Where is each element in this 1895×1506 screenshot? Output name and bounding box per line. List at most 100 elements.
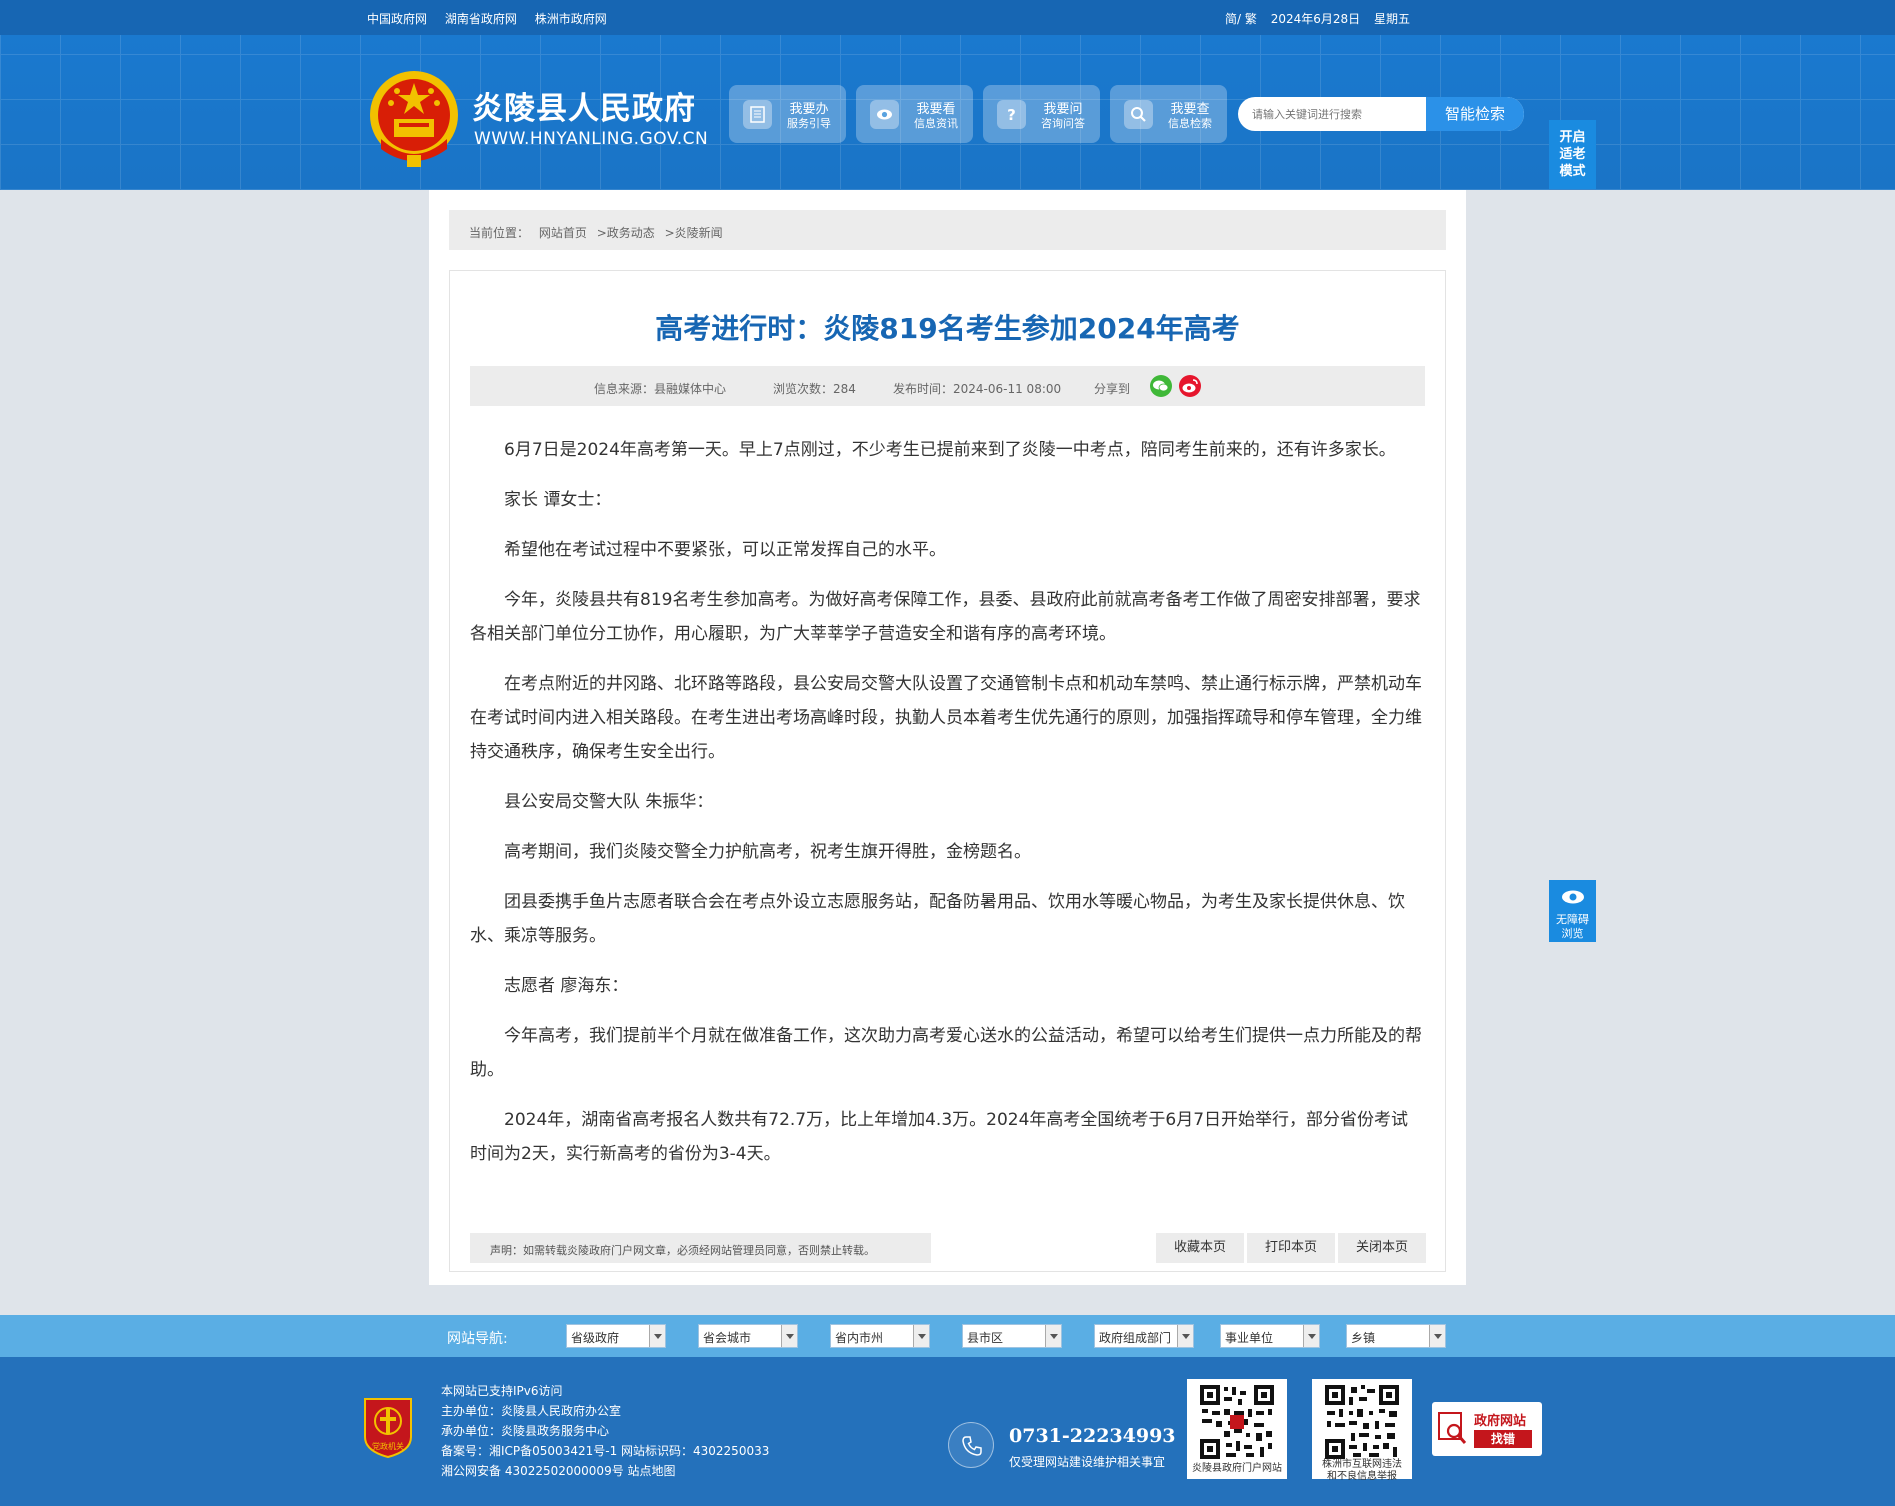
chevron-down-icon bbox=[781, 1325, 797, 1347]
eye-icon bbox=[1562, 890, 1584, 904]
elder-mode-button[interactable]: 开启 适老 模式 bbox=[1549, 120, 1596, 189]
select-public-institutions[interactable]: 事业单位 bbox=[1220, 1324, 1320, 1348]
select-provincial-gov[interactable]: 省级政府 bbox=[566, 1324, 666, 1348]
content-container: 当前位置： 网站首页 >政务动态 >炎陵新闻 高考进行时：炎陵819名考生参加2… bbox=[429, 190, 1466, 1285]
select-capital-cities[interactable]: 省会城市 bbox=[698, 1324, 798, 1348]
select-gov-departments[interactable]: 政府组成部门 bbox=[1094, 1324, 1194, 1348]
chevron-down-icon bbox=[1177, 1325, 1193, 1347]
qr-caption: 和不良信息举报 bbox=[1327, 1471, 1397, 1482]
elder-mode-text: 适老 bbox=[1559, 147, 1586, 162]
link-gov-cn[interactable]: 中国政府网 bbox=[367, 12, 427, 26]
breadcrumb-news[interactable]: >政务动态 bbox=[597, 226, 655, 240]
qr-code-icon bbox=[1198, 1383, 1276, 1461]
bookmark-button[interactable]: 收藏本页 bbox=[1156, 1233, 1244, 1263]
party-government-badge-icon[interactable]: 党政机关 bbox=[361, 1395, 415, 1459]
reprint-declaration: 声明：如需转载炎陵政府门户网文章，必须经网站管理员同意，否则禁止转载。 bbox=[470, 1233, 931, 1263]
qr-code-report: 株洲市互联网违法 和不良信息举报 bbox=[1312, 1379, 1412, 1482]
phone-icon bbox=[948, 1422, 994, 1468]
link-zhuzhou-gov[interactable]: 株洲市政府网 bbox=[535, 12, 607, 26]
service-sublabel: 信息资讯 bbox=[914, 117, 958, 130]
article-paragraph: 今年高考，我们提前半个月就在做准备工作，这次助力高考爱心送水的公益活动，希望可以… bbox=[470, 1026, 1422, 1080]
accessibility-button[interactable]: 无障碍 浏览 bbox=[1549, 880, 1596, 942]
footer-police-record[interactable]: 湘公网安备 43022502000009号 站点地图 bbox=[441, 1461, 769, 1481]
article-body: 6月7日是2024年高考第一天。早上7点刚过，不少考生已提前来到了炎陵一中考点，… bbox=[470, 433, 1425, 1187]
service-view-button[interactable]: 我要看 信息资讯 bbox=[856, 85, 973, 143]
article-paragraph: 家长 谭女士： bbox=[504, 490, 612, 510]
site-error-report-button[interactable]: 政府网站 找错 bbox=[1432, 1402, 1542, 1456]
meta-source: 信息来源：县融媒体中心 bbox=[594, 382, 727, 396]
article-paragraph: 希望他在考试过程中不要紧张，可以正常发挥自己的水平。 bbox=[504, 540, 946, 560]
meta-share-label: 分享到 bbox=[1094, 382, 1131, 396]
service-search-button[interactable]: 我要查 信息检索 bbox=[1110, 85, 1227, 143]
article: 高考进行时：炎陵819名考生参加2024年高考 信息来源：县融媒体中心 浏览次数… bbox=[449, 270, 1446, 1272]
article-paragraph: 2024年，湖南省高考报名人数共有72.7万，比上年增加4.3万。2024年高考… bbox=[470, 1110, 1409, 1164]
site-navigation-bar: 网站导航: 省级政府 省会城市 省内市州 县市区 政府组成部门 事业单位 乡镇 bbox=[0, 1315, 1895, 1357]
meta-time: 发布时间：2024-06-11 08:00 bbox=[893, 382, 1062, 396]
site-domain: WWW.HNYANLING.GOV.CN bbox=[474, 129, 709, 149]
breadcrumb-prefix: 当前位置： bbox=[469, 226, 530, 240]
magnifier-icon bbox=[1438, 1412, 1467, 1444]
article-actions: 收藏本页 打印本页 关闭本页 bbox=[1153, 1233, 1426, 1263]
national-emblem-icon bbox=[370, 71, 458, 167]
elder-mode-text: 开启 bbox=[1559, 130, 1586, 145]
svg-text:?: ? bbox=[1007, 106, 1016, 123]
footer-organizer: 承办单位：炎陵县政务服务中心 bbox=[441, 1424, 610, 1438]
chevron-down-icon bbox=[1429, 1325, 1445, 1347]
select-value: 省会城市 bbox=[703, 1331, 752, 1345]
contact-phone: 0731-22234993 bbox=[1009, 1425, 1176, 1447]
document-icon bbox=[743, 100, 772, 129]
footer-ipv6: 本网站已支持IPv6访问 bbox=[441, 1384, 563, 1398]
article-paragraph: 团县委携手鱼片志愿者联合会在考点外设立志愿服务站，配备防暑用品、饮用水等暖心物品… bbox=[470, 892, 1405, 946]
chevron-down-icon bbox=[649, 1325, 665, 1347]
select-value: 省内市州 bbox=[835, 1331, 884, 1345]
error-report-label: 找错 bbox=[1474, 1430, 1532, 1448]
site-header: 炎陵县人民政府 WWW.HNYANLING.GOV.CN 我要办 服务引导 我要… bbox=[0, 35, 1895, 190]
elder-mode-text: 模式 bbox=[1559, 164, 1586, 179]
breadcrumb: 当前位置： 网站首页 >政务动态 >炎陵新闻 bbox=[449, 210, 1446, 250]
breadcrumb-yanling-news[interactable]: >炎陵新闻 bbox=[665, 226, 723, 240]
qr-code-icon bbox=[1323, 1383, 1401, 1461]
smart-search-button[interactable]: 智能检索 bbox=[1426, 97, 1524, 131]
search-input[interactable] bbox=[1252, 105, 1412, 123]
service-apply-button[interactable]: 我要办 服务引导 bbox=[729, 85, 846, 143]
article-title: 高考进行时：炎陵819名考生参加2024年高考 bbox=[655, 312, 1240, 345]
select-value: 乡镇 bbox=[1351, 1331, 1376, 1345]
article-paragraph: 县公安局交警大队 朱振华： bbox=[504, 792, 714, 812]
select-value: 县市区 bbox=[967, 1331, 1004, 1345]
top-bar: 中国政府网 湖南省政府网 株洲市政府网 简/ 繁 2024年6月28日 星期五 bbox=[0, 0, 1895, 35]
article-paragraph: 在考点附近的井冈路、北环路等路段，县公安局交警大队设置了交通管制卡点和机动车禁鸣… bbox=[470, 674, 1422, 762]
service-sublabel: 咨询问答 bbox=[1041, 117, 1085, 130]
chevron-down-icon bbox=[1045, 1325, 1061, 1347]
select-prefectures[interactable]: 省内市州 bbox=[830, 1324, 930, 1348]
article-meta: 信息来源：县融媒体中心 浏览次数：284 发布时间：2024-06-11 08:… bbox=[470, 366, 1425, 406]
qr-caption: 株洲市互联网违法 bbox=[1322, 1459, 1402, 1470]
link-hunan-gov[interactable]: 湖南省政府网 bbox=[445, 12, 517, 26]
footer-info: 本网站已支持IPv6访问 主办单位：炎陵县人民政府办公室 承办单位：炎陵县政务服… bbox=[441, 1381, 769, 1481]
footer-icp[interactable]: 备案号：湘ICP备05003421号-1 网站标识码：4302250033 bbox=[441, 1441, 769, 1461]
error-report-title: 政府网站 bbox=[1474, 1414, 1527, 1429]
select-value: 政府组成部门 bbox=[1099, 1331, 1172, 1345]
close-page-button[interactable]: 关闭本页 bbox=[1338, 1233, 1426, 1263]
meta-views: 浏览次数：284 bbox=[773, 382, 856, 396]
breadcrumb-home[interactable]: 网站首页 bbox=[539, 226, 587, 240]
accessibility-text: 浏览 bbox=[1561, 927, 1584, 940]
site-title: 炎陵县人民政府 bbox=[472, 91, 696, 127]
print-button[interactable]: 打印本页 bbox=[1247, 1233, 1335, 1263]
party-badge-text: 党政机关 bbox=[372, 1441, 404, 1451]
service-sublabel: 服务引导 bbox=[787, 117, 831, 130]
qr-caption: 炎陵县政府门户网站 bbox=[1192, 1463, 1282, 1474]
article-paragraph: 今年，炎陵县共有819名考生参加高考。为做好高考保障工作，县委、县政府此前就高考… bbox=[470, 590, 1421, 644]
accessibility-text: 无障碍 bbox=[1556, 913, 1589, 926]
service-ask-button[interactable]: ? 我要问 咨询问答 bbox=[983, 85, 1100, 143]
article-paragraph: 高考期间，我们炎陵交警全力护航高考，祝考生旗开得胜，金榜题名。 bbox=[504, 842, 1031, 862]
select-towns[interactable]: 乡镇 bbox=[1346, 1324, 1446, 1348]
qr-code-portal: 炎陵县政府门户网站 bbox=[1187, 1379, 1287, 1479]
magnifier-icon bbox=[1124, 100, 1153, 129]
select-value: 事业单位 bbox=[1225, 1331, 1274, 1345]
chevron-down-icon bbox=[1303, 1325, 1319, 1347]
select-counties[interactable]: 县市区 bbox=[962, 1324, 1062, 1348]
weekday: 星期五 bbox=[1373, 12, 1410, 26]
lang-switch[interactable]: 简/ 繁 bbox=[1225, 12, 1257, 26]
wechat-share-icon[interactable] bbox=[1150, 375, 1172, 397]
weibo-share-icon[interactable] bbox=[1179, 375, 1201, 397]
